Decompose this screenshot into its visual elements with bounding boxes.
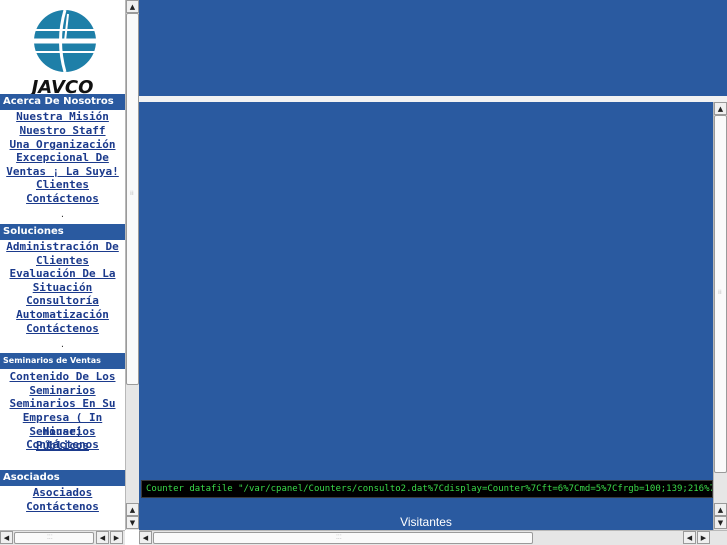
scroll-down-icon[interactable]: ▼	[714, 516, 727, 529]
scroll-right-icon[interactable]: ▶	[110, 531, 123, 544]
link-consultoria[interactable]: Consultoría	[0, 294, 125, 308]
link-administracion-2[interactable]: Clientes	[0, 254, 125, 268]
scroll-right-icon[interactable]: ▶	[697, 531, 710, 544]
left-horizontal-scroll-thumb[interactable]: ⁚⁚⁚	[14, 532, 94, 544]
section-header-soluciones: Soluciones	[0, 224, 125, 240]
bottom-horizontal-scroll-thumb[interactable]: ⁚⁚⁚	[153, 532, 533, 544]
separator-dot: .	[60, 339, 65, 350]
link-contenido-2[interactable]: Seminarios	[0, 384, 125, 398]
left-nav-frame: JAVCO Acerca De Nosotros Nuestra Misión …	[0, 0, 139, 545]
bottom-counter-frame: Visitantes ▲ ▼ ◀ ⁚⁚⁚ ◀ ▶	[139, 500, 727, 545]
link-seminarios-empresa-1[interactable]: Seminarios En Su	[0, 397, 125, 411]
link-organizacion-1[interactable]: Una Organización	[0, 138, 125, 152]
visitantes-label: Visitantes	[400, 515, 452, 529]
scroll-left-icon[interactable]: ◀	[96, 531, 109, 544]
link-contenido-1[interactable]: Contenido De Los	[0, 370, 125, 384]
scroll-up-icon[interactable]: ▲	[714, 102, 727, 115]
link-organizacion-2[interactable]: Excepcional De	[0, 151, 125, 165]
grip-icon: ⁚⁚⁚	[47, 534, 53, 541]
scroll-left-icon[interactable]: ◀	[139, 531, 152, 544]
section-header-seminarios: Seminarios de Ventas	[0, 353, 125, 369]
link-contactenos-2[interactable]: Contáctenos	[0, 322, 125, 336]
link-automatizacion[interactable]: Automatización	[0, 308, 125, 322]
left-vertical-scrollbar[interactable]: ▲ ⁞⁞ ▲ ▼	[125, 0, 139, 530]
link-asociados[interactable]: Asociados	[0, 486, 125, 500]
scroll-up-icon[interactable]: ▲	[126, 0, 139, 13]
link-clientes[interactable]: Clientes	[0, 178, 125, 192]
counter-error-text: Counter datafile "/var/cpanel/Counters/c…	[141, 480, 713, 498]
link-organizacion-3[interactable]: Ventas ¡ La Suya!	[0, 165, 125, 179]
section-header-acerca: Acerca De Nosotros	[0, 94, 125, 110]
link-contactenos-4[interactable]: Contáctenos	[0, 500, 125, 514]
link-administracion-1[interactable]: Administración De	[0, 240, 125, 254]
scroll-down-icon[interactable]: ▼	[126, 516, 139, 529]
section-header-asociados: Asociados	[0, 470, 125, 486]
grip-icon: ⁞⁞	[718, 289, 722, 296]
link-contactenos-1[interactable]: Contáctenos	[0, 192, 125, 206]
top-banner-frame	[139, 0, 727, 96]
link-evaluacion-2[interactable]: Situación	[0, 281, 125, 295]
scroll-left-icon[interactable]: ◀	[683, 531, 696, 544]
bottom-vertical-scrollbar[interactable]: ▲ ▼	[713, 500, 727, 530]
main-content-frame: Counter datafile "/var/cpanel/Counters/c…	[139, 102, 727, 500]
scroll-up-icon[interactable]: ▲	[126, 503, 139, 516]
separator-dot: .	[60, 209, 65, 220]
left-nav-content: JAVCO Acerca De Nosotros Nuestra Misión …	[0, 0, 125, 530]
grip-icon: ⁚⁚⁚	[336, 534, 342, 541]
javco-logo[interactable]: JAVCO	[0, 4, 125, 98]
main-vertical-scrollbar[interactable]: ▲ ⁞⁞	[713, 102, 727, 500]
left-vertical-scroll-thumb[interactable]: ⁞⁞	[126, 13, 139, 385]
grip-icon: ⁞⁞	[130, 190, 134, 197]
scroll-left-icon[interactable]: ◀	[0, 531, 13, 544]
link-nuestro-staff[interactable]: Nuestro Staff	[0, 124, 125, 138]
link-evaluacion-1[interactable]: Evaluación De La	[0, 267, 125, 281]
left-horizontal-scrollbar[interactable]: ◀ ⁚⁚⁚ ◀ ▶	[0, 530, 125, 545]
link-nuestra-mision[interactable]: Nuestra Misión	[0, 110, 125, 124]
main-vertical-scroll-thumb[interactable]: ⁞⁞	[714, 115, 727, 473]
bottom-horizontal-scrollbar[interactable]: ◀ ⁚⁚⁚ ◀ ▶	[139, 530, 727, 545]
link-contactenos-3[interactable]: Contáctenos	[0, 438, 125, 452]
scroll-up-icon[interactable]: ▲	[714, 503, 727, 516]
